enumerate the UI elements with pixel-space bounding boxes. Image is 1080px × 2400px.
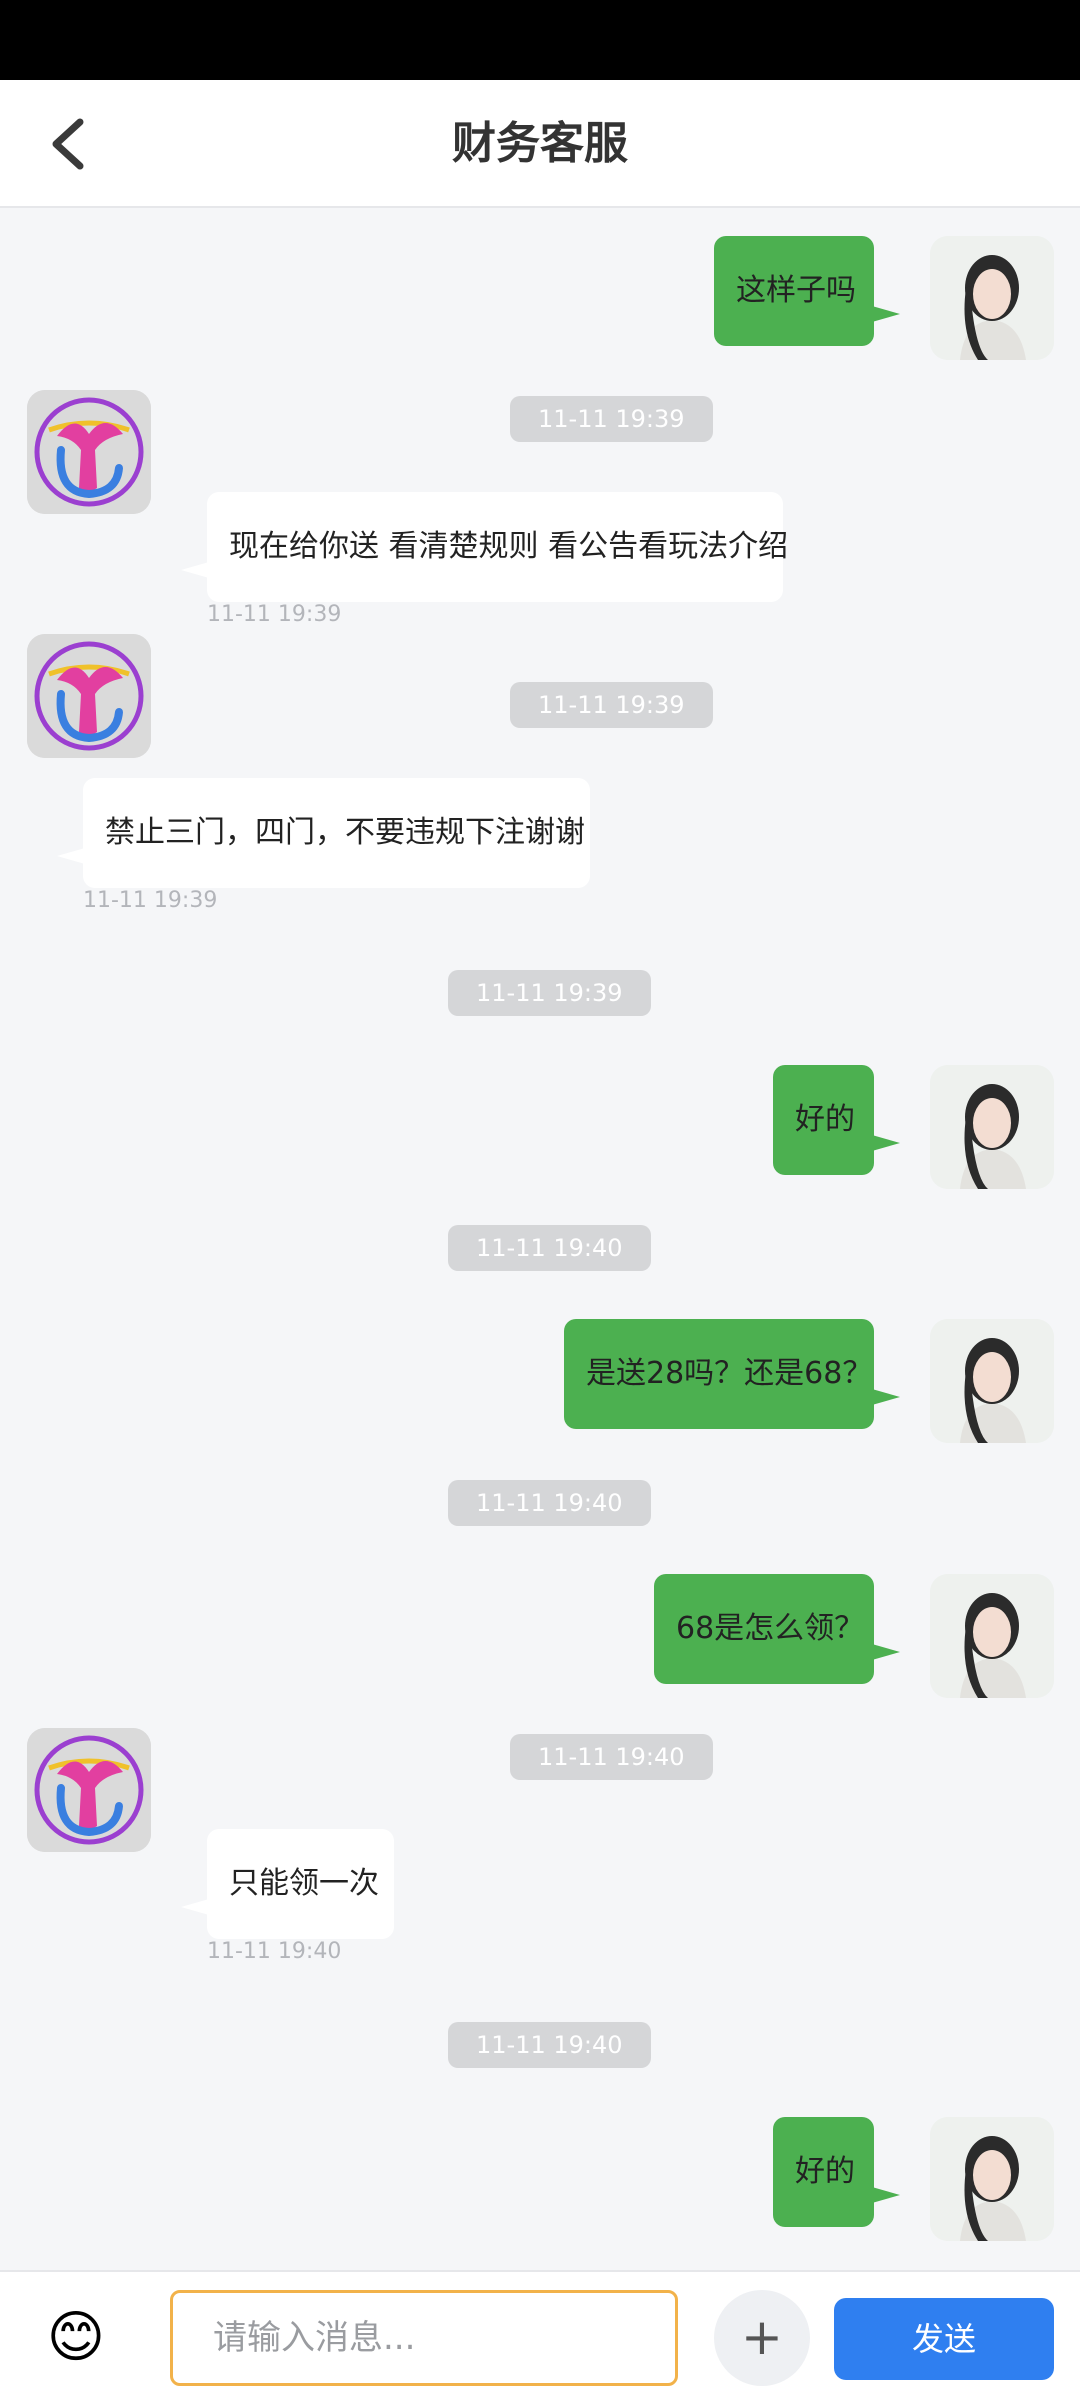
my-message-bubble: 68是怎么领？ [654, 1574, 900, 1684]
user-avatar-image [930, 1065, 1054, 1189]
timestamp: 11-11 19:39 [510, 396, 713, 442]
page-title: 财务客服 [452, 118, 628, 169]
service-message-bubble: 只能领一次 [181, 1829, 394, 1939]
my-message-bubble: 好的 [773, 1065, 900, 1175]
service-avatar[interactable] [27, 634, 151, 758]
user-avatar[interactable] [930, 1065, 1054, 1189]
chat-header: 财务客服 [0, 80, 1080, 208]
service-avatar[interactable] [27, 1728, 151, 1852]
user-avatar-image [930, 236, 1054, 360]
timestamp: 11-11 19:39 [448, 970, 651, 1016]
user-avatar[interactable] [930, 2117, 1054, 2241]
user-avatar-image [930, 1319, 1054, 1443]
my-message-bubble: 是送28吗？还是68？ [564, 1319, 900, 1429]
service-logo [27, 634, 151, 758]
chat-area[interactable]: 这样子吗 11-11 19:39 现在给你送 看清楚规则 看公告看玩法介绍 11… [0, 210, 1080, 2270]
message-time: 11-11 19:39 [83, 888, 218, 913]
service-message-bubble: 禁止三门，四门，不要违规下注谢谢 [57, 778, 590, 888]
message-time: 11-11 19:39 [207, 602, 342, 627]
user-avatar-image [930, 2117, 1054, 2241]
timestamp: 11-11 19:39 [510, 682, 713, 728]
emoji-button[interactable]: 😊 [40, 2302, 112, 2374]
service-avatar[interactable] [27, 390, 151, 514]
timestamp: 11-11 19:40 [448, 2022, 651, 2068]
service-logo [27, 390, 151, 514]
service-message-bubble: 现在给你送 看清楚规则 看公告看玩法介绍 [181, 492, 788, 602]
user-avatar[interactable] [930, 236, 1054, 360]
my-message-bubble: 好的 [773, 2117, 900, 2227]
service-logo [27, 1728, 151, 1852]
user-avatar[interactable] [930, 1319, 1054, 1443]
plus-button[interactable]: + [714, 2290, 810, 2386]
timestamp: 11-11 19:40 [448, 1225, 651, 1271]
message-input[interactable] [170, 2290, 678, 2386]
user-avatar[interactable] [930, 1574, 1054, 1698]
input-bar: 😊 + 发送 [0, 2270, 1080, 2400]
status-bar [0, 0, 1080, 80]
timestamp: 11-11 19:40 [510, 1734, 713, 1780]
user-avatar-image [930, 1574, 1054, 1698]
message-time: 11-11 19:40 [207, 1939, 342, 1964]
send-button[interactable]: 发送 [834, 2298, 1054, 2380]
my-message-bubble: 这样子吗 [714, 236, 900, 346]
timestamp: 11-11 19:40 [448, 1480, 651, 1526]
